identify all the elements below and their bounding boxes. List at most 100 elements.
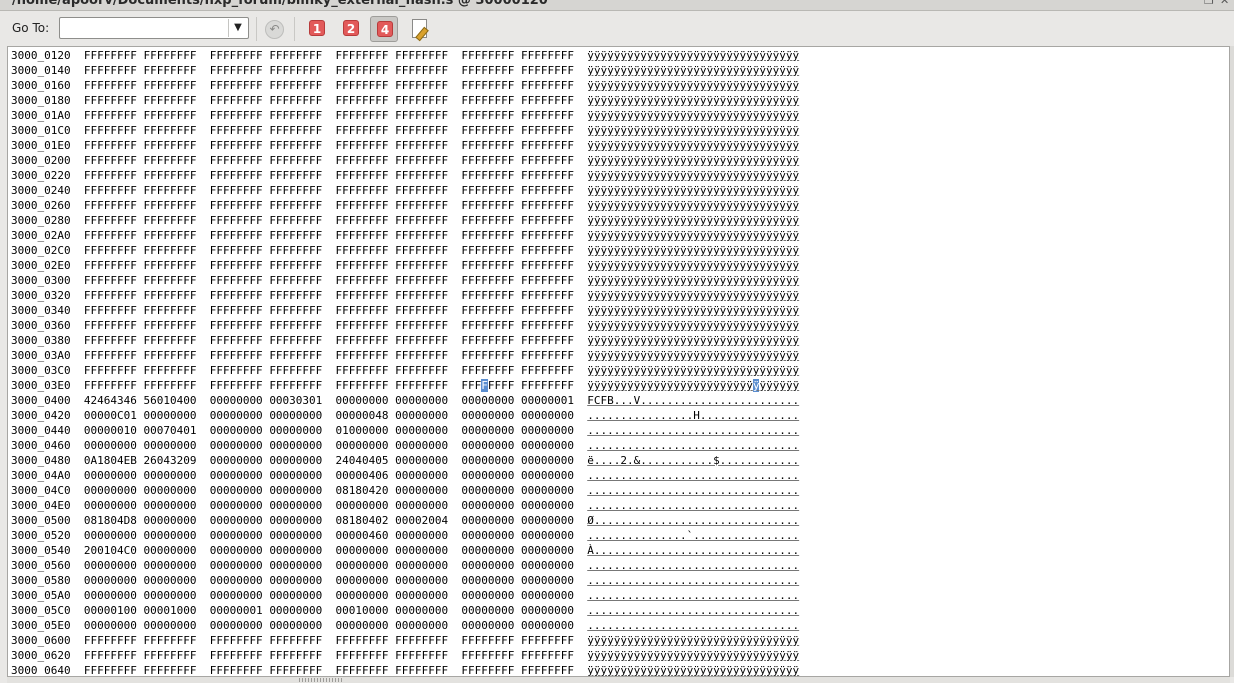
memory-word[interactable]: FFFFFFFF <box>395 289 448 302</box>
row-ascii[interactable]: ÿÿÿÿÿÿÿÿÿÿÿÿÿÿÿÿÿÿÿÿÿÿÿÿÿÿÿÿÿÿÿÿ <box>587 49 799 62</box>
row-ascii[interactable]: ...............`................ <box>587 529 799 542</box>
memory-word[interactable]: 00000010 <box>84 424 137 437</box>
memory-word[interactable]: 00000C01 <box>84 409 137 422</box>
memory-word[interactable]: FFFFFFFF <box>143 274 196 287</box>
memory-word[interactable]: FFFFFFFF <box>521 124 574 137</box>
row-ascii[interactable]: ÿÿÿÿÿÿÿÿÿÿÿÿÿÿÿÿÿÿÿÿÿÿÿÿÿÿÿÿÿÿÿÿ <box>587 154 799 167</box>
horizontal-scrollbar[interactable] <box>7 677 1230 683</box>
memory-word[interactable]: 00000000 <box>395 604 448 617</box>
memory-word[interactable]: 00000000 <box>269 604 322 617</box>
memory-word[interactable]: FFFFFFFF <box>336 124 389 137</box>
memory-word[interactable]: FFFFFFFF <box>269 379 322 392</box>
memory-word[interactable]: FFFFFFFF <box>336 139 389 152</box>
row-ascii[interactable]: ë....2.&...........$............ <box>587 454 799 467</box>
memory-word[interactable]: FFFFFFFF <box>395 634 448 647</box>
memory-word[interactable]: FFFFFFFF <box>521 304 574 317</box>
memory-word[interactable]: FFFFFFFF <box>143 199 196 212</box>
memory-word[interactable]: FFFFFFFF <box>143 124 196 137</box>
memory-word[interactable]: FFFFFFFF <box>269 304 322 317</box>
memory-word[interactable]: FFFFFFFF <box>84 364 137 377</box>
memory-word[interactable]: FFFFFFFF <box>143 49 196 62</box>
memory-word[interactable]: 00000000 <box>143 409 196 422</box>
memory-word[interactable]: 00000000 <box>336 574 389 587</box>
memory-row[interactable]: 3000_04C0 00000000 00000000 00000000 000… <box>11 483 799 498</box>
memory-row[interactable]: 3000_0140 FFFFFFFF FFFFFFFF FFFFFFFF FFF… <box>11 63 799 78</box>
memory-word[interactable]: FFFFFFFF <box>269 64 322 77</box>
memory-word[interactable]: 00000048 <box>336 409 389 422</box>
memory-word[interactable]: FFFFFFFF <box>395 184 448 197</box>
memory-word[interactable]: FFFFFFFF <box>461 664 514 676</box>
memory-word[interactable]: 00000000 <box>210 559 263 572</box>
memory-word[interactable]: 00000000 <box>143 484 196 497</box>
memory-word[interactable]: 00000000 <box>461 619 514 632</box>
memory-word[interactable]: 00000000 <box>461 469 514 482</box>
memory-word[interactable]: 00030301 <box>269 394 322 407</box>
memory-word[interactable]: FFFFFFFF <box>395 139 448 152</box>
memory-word[interactable]: 26043209 <box>143 454 196 467</box>
memory-word[interactable]: FFFFFFFF <box>143 364 196 377</box>
memory-word[interactable]: 00000000 <box>521 439 574 452</box>
row-ascii[interactable]: ÿÿÿÿÿÿÿÿÿÿÿÿÿÿÿÿÿÿÿÿÿÿÿÿÿÿÿÿÿÿÿÿ <box>587 124 799 137</box>
row-ascii[interactable]: ÿÿÿÿÿÿÿÿÿÿÿÿÿÿÿÿÿÿÿÿÿÿÿÿÿÿÿÿÿÿÿÿ <box>587 79 799 92</box>
memory-word[interactable]: FFFFFFFF <box>395 229 448 242</box>
memory-word[interactable]: FFFFFFFF <box>461 154 514 167</box>
memory-word[interactable]: FFFFFFFF <box>521 334 574 347</box>
row-ascii[interactable]: ÿÿÿÿÿÿÿÿÿÿÿÿÿÿÿÿÿÿÿÿÿÿÿÿÿÿÿÿÿÿÿÿ <box>587 169 799 182</box>
memory-word[interactable]: FFFFFFFF <box>84 274 137 287</box>
memory-word[interactable]: FFFFFFFF <box>84 49 137 62</box>
memory-word[interactable]: FFFFFFFF <box>84 319 137 332</box>
memory-word[interactable]: FFFFFFFF <box>84 379 137 392</box>
row-ascii[interactable]: ÿÿÿÿÿÿÿÿÿÿÿÿÿÿÿÿÿÿÿÿÿÿÿÿÿÿÿÿÿÿÿÿ <box>587 364 799 377</box>
memory-word[interactable]: FFFFFFFF <box>461 109 514 122</box>
memory-word[interactable]: FFFFFFFF <box>269 364 322 377</box>
memory-word[interactable]: 00000000 <box>336 589 389 602</box>
memory-word[interactable]: 00000000 <box>210 439 263 452</box>
memory-word[interactable]: FFFFFFFF <box>210 94 263 107</box>
memory-word[interactable]: FFFFFFFF <box>395 49 448 62</box>
memory-word[interactable]: 00000000 <box>395 484 448 497</box>
memory-word[interactable]: FFFFFFFF <box>521 154 574 167</box>
memory-word[interactable]: FFFFFFFF <box>336 304 389 317</box>
memory-word[interactable]: 00000000 <box>210 454 263 467</box>
memory-row[interactable]: 3000_0180 FFFFFFFF FFFFFFFF FFFFFFFF FFF… <box>11 93 799 108</box>
memory-word[interactable]: 00000000 <box>461 589 514 602</box>
memory-row[interactable]: 3000_0360 FFFFFFFF FFFFFFFF FFFFFFFF FFF… <box>11 318 799 333</box>
memory-word[interactable]: 00000000 <box>84 589 137 602</box>
memory-word[interactable]: 00000000 <box>269 574 322 587</box>
row-ascii[interactable]: ................................ <box>587 604 799 617</box>
memory-word[interactable]: FFFFFFFF <box>269 229 322 242</box>
memory-word[interactable]: 00000000 <box>336 544 389 557</box>
memory-word[interactable]: 00000000 <box>521 529 574 542</box>
memory-word[interactable]: 24040405 <box>336 454 389 467</box>
memory-word[interactable]: FFFFFFFF <box>269 154 322 167</box>
memory-word[interactable]: FFFFFFFF <box>336 259 389 272</box>
memory-word[interactable]: FFFFFFFF <box>210 664 263 676</box>
row-ascii[interactable]: ÿÿÿÿÿÿÿÿÿÿÿÿÿÿÿÿÿÿÿÿÿÿÿÿÿÿÿÿÿÿÿÿ <box>587 289 799 302</box>
memory-word[interactable]: FFFFFFFF <box>143 229 196 242</box>
memory-row[interactable]: 3000_0160 FFFFFFFF FFFFFFFF FFFFFFFF FFF… <box>11 78 799 93</box>
memory-word[interactable]: 00000000 <box>461 529 514 542</box>
memory-word[interactable]: FFFFFFFF <box>210 109 263 122</box>
memory-row[interactable]: 3000_0300 FFFFFFFF FFFFFFFF FFFFFFFF FFF… <box>11 273 799 288</box>
memory-word[interactable]: 00000000 <box>269 439 322 452</box>
memory-word[interactable]: FFFFFFFF <box>84 94 137 107</box>
memory-word[interactable]: 00000000 <box>395 424 448 437</box>
memory-word[interactable]: FFFFFFFF <box>269 49 322 62</box>
memory-word[interactable]: FFFFFFFF <box>461 49 514 62</box>
memory-word[interactable]: 00000000 <box>461 454 514 467</box>
memory-word[interactable]: FFFFFFFF <box>521 274 574 287</box>
memory-word[interactable]: FFFFFFFF <box>143 379 196 392</box>
memory-word[interactable]: FFFFFFFF <box>143 244 196 257</box>
memory-row[interactable]: 3000_0220 FFFFFFFF FFFFFFFF FFFFFFFF FFF… <box>11 168 799 183</box>
memory-word[interactable]: FFFFFFFF <box>461 379 514 392</box>
memory-word[interactable]: 00000000 <box>461 484 514 497</box>
row-ascii[interactable]: ................................ <box>587 424 799 437</box>
goto-input[interactable] <box>62 19 234 37</box>
memory-word[interactable]: FFFFFFFF <box>84 64 137 77</box>
memory-word[interactable]: 00000000 <box>521 574 574 587</box>
memory-word[interactable]: 00000000 <box>336 559 389 572</box>
memory-word[interactable]: 00000000 <box>461 544 514 557</box>
memory-word[interactable]: FFFFFFFF <box>395 199 448 212</box>
memory-word[interactable]: FFFFFFFF <box>395 169 448 182</box>
memory-word[interactable]: 00000000 <box>269 409 322 422</box>
